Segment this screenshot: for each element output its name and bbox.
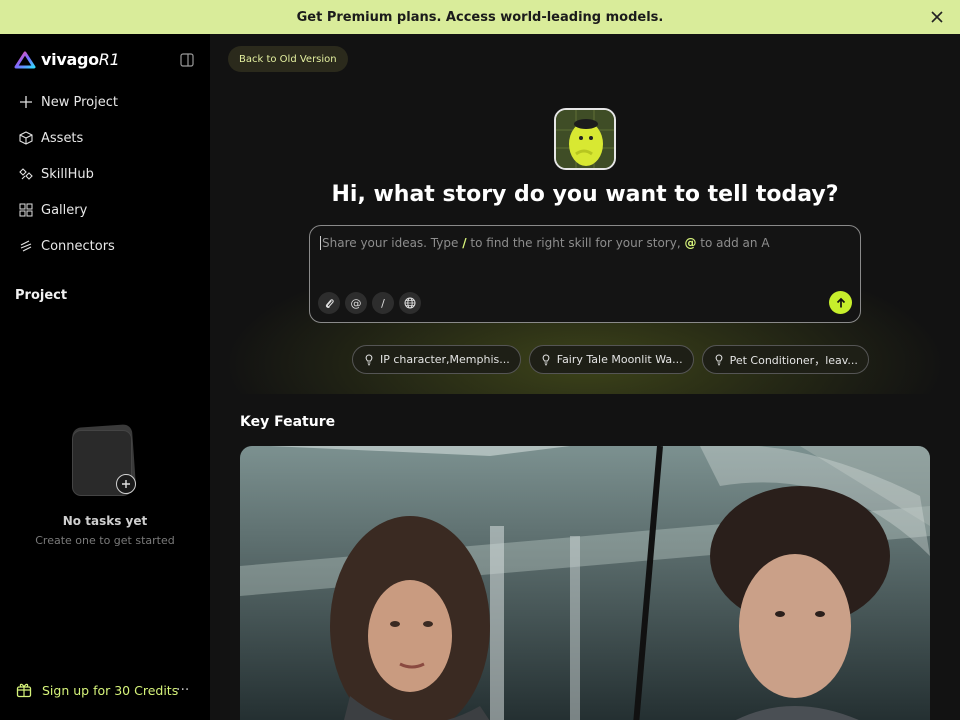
sidebar-item-new-project[interactable]: New Project (0, 84, 210, 120)
hero-glow (210, 34, 960, 394)
empty-state: No tasks yet Create one to get started (0, 423, 210, 547)
page-title: Hi, what story do you want to tell today… (331, 182, 839, 207)
main-area: Back to Old Version Hi, what story do yo… (210, 34, 960, 720)
suggestion-chip[interactable]: Pet Conditioner，leav... (701, 345, 869, 374)
logo-icon (14, 51, 36, 68)
premium-banner[interactable]: Get Premium plans. Access world-leading … (0, 0, 960, 34)
close-banner-button[interactable] (928, 8, 946, 26)
prompt-text-3: to add an A (696, 236, 770, 250)
logo-text: vivagoR1 (41, 50, 120, 69)
chip-label: IP character,Memphis... (380, 353, 510, 366)
plus-icon (20, 96, 32, 108)
logo[interactable]: vivagoR1 (14, 50, 120, 69)
prompt-text-1: Share your ideas. Type (322, 236, 463, 250)
sidebar-nav: New Project Assets SkillHub Gallery Conn… (0, 84, 210, 264)
feature-scene-image (240, 446, 930, 720)
sidebar-item-label: Assets (41, 130, 84, 146)
prompt-input[interactable]: Share your ideas. Type / to find the rig… (320, 236, 840, 250)
project-section-label: Project (15, 288, 68, 303)
sidebar-item-label: Connectors (41, 238, 115, 254)
cube-icon (19, 131, 33, 145)
sidebar-item-connectors[interactable]: Connectors (0, 228, 210, 264)
sidebar-item-label: Gallery (41, 202, 88, 218)
skill-slash-button[interactable]: / (372, 292, 394, 314)
skill-icon (19, 168, 33, 180)
attach-button[interactable] (318, 292, 340, 314)
sidebar-toggle-icon (180, 53, 194, 67)
signup-credits-button[interactable]: Sign up for 30 Credits (16, 682, 178, 698)
key-feature-image[interactable] (240, 446, 930, 720)
connector-icon (20, 240, 32, 252)
paperclip-icon (325, 298, 334, 308)
sidebar-item-gallery[interactable]: Gallery (0, 192, 210, 228)
lightbulb-icon (715, 353, 722, 365)
add-task-icon[interactable] (116, 474, 136, 494)
prompt-toolbar: @ / (318, 292, 426, 314)
prompt-at-hint: @ (684, 236, 697, 250)
signup-text: Sign up for 30 Credits (42, 682, 179, 698)
sidebar-item-label: SkillHub (41, 166, 94, 182)
collapse-sidebar-button[interactable] (179, 52, 195, 68)
prompt-box[interactable]: Share your ideas. Type / to find the rig… (309, 225, 861, 323)
arrow-up-icon (836, 297, 845, 307)
prompt-text-2: to find the right skill for your story, (466, 236, 685, 250)
lightbulb-icon (365, 353, 373, 365)
grid-icon (19, 203, 33, 217)
more-options-button[interactable]: ··· (176, 682, 189, 698)
logo-name: vivago (41, 50, 99, 69)
key-feature-heading: Key Feature (240, 414, 336, 430)
mascot-icon (556, 110, 614, 168)
empty-illustration (70, 423, 140, 500)
chip-label: Fairy Tale Moonlit Wa... (556, 353, 683, 366)
globe-icon (404, 297, 416, 309)
close-icon (931, 11, 943, 23)
suggestion-chips: IP character,Memphis... Fairy Tale Moonl… (352, 345, 877, 374)
suggestion-chip[interactable]: Fairy Tale Moonlit Wa... (528, 345, 694, 374)
sidebar-item-label: New Project (41, 94, 118, 110)
mention-button[interactable]: @ (345, 292, 367, 314)
mascot-avatar (554, 108, 616, 170)
plus-icon (122, 480, 130, 488)
banner-text: Get Premium plans. Access world-leading … (296, 9, 664, 25)
send-button[interactable] (829, 291, 852, 314)
sidebar-item-assets[interactable]: Assets (0, 120, 210, 156)
lightbulb-icon (542, 353, 550, 365)
chip-label: Pet Conditioner，leav... (729, 353, 858, 367)
empty-title: No tasks yet (62, 514, 148, 528)
logo-suffix: R1 (98, 50, 120, 69)
suggestion-chip[interactable]: IP character,Memphis... (352, 345, 521, 374)
sidebar: vivagoR1 New Project Assets SkillHub Gal… (0, 34, 210, 720)
empty-subtitle: Create one to get started (35, 534, 175, 547)
back-to-old-version-button[interactable]: Back to Old Version (228, 46, 348, 72)
gift-icon (16, 683, 32, 698)
sidebar-item-skillhub[interactable]: SkillHub (0, 156, 210, 192)
web-search-button[interactable] (399, 292, 421, 314)
